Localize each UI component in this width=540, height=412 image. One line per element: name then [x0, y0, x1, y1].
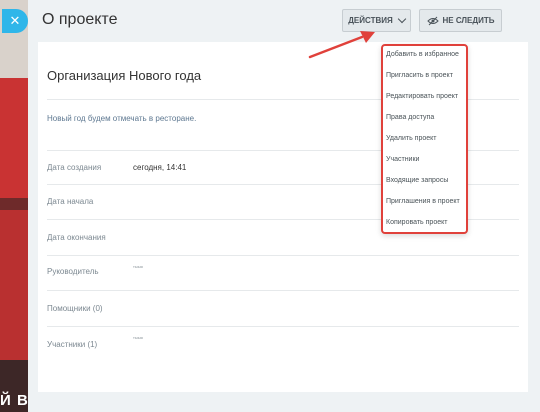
unfollow-button-label: Не следить [442, 16, 495, 25]
menu-item-copy-project[interactable]: Копировать проект [386, 219, 447, 226]
menu-item-invitations[interactable]: Приглашения в проект [386, 198, 460, 205]
detail-label: Дата создания [47, 163, 102, 172]
close-icon: ✕ [9, 13, 21, 28]
menu-item-add-favorite[interactable]: Добавить в избранное [386, 51, 459, 58]
divider [47, 255, 519, 256]
menu-item-incoming-requests[interactable]: Входящие запросы [386, 177, 448, 184]
menu-item-delete-project[interactable]: Удалить проект [386, 135, 437, 142]
page-title: О проекте [42, 11, 118, 28]
detail-label: Дата окончания [47, 233, 106, 242]
participant-name[interactable]: тыыя [133, 335, 143, 340]
project-name: Организация Нового года [47, 68, 202, 83]
close-button[interactable]: ✕ [2, 9, 28, 33]
actions-dropdown-menu: Добавить в избранное Пригласить в проект… [381, 44, 468, 234]
unfollow-button[interactable]: Не следить [419, 9, 502, 32]
detail-label: Участники (1) [47, 340, 98, 349]
detail-label: Руководитель [47, 267, 99, 276]
background-strip [0, 0, 28, 412]
chevron-down-icon [397, 14, 407, 24]
project-description: Новый год будем отмечать в ресторане. [47, 114, 197, 123]
detail-label: Дата начала [47, 197, 94, 206]
detail-label: Помощники (0) [47, 304, 103, 313]
menu-item-invite[interactable]: Пригласить в проект [386, 72, 453, 79]
background-text: Й В [0, 392, 29, 409]
manager-name[interactable]: тыыя [133, 264, 143, 269]
detail-value: сегодня, 14:41 [133, 163, 187, 172]
divider [47, 290, 519, 291]
menu-item-edit-project[interactable]: Редактировать проект [386, 93, 458, 100]
actions-button-label: Действия [348, 16, 393, 25]
menu-item-access-rights[interactable]: Права доступа [386, 114, 434, 121]
menu-item-participants[interactable]: Участники [386, 156, 419, 163]
eye-slash-icon [426, 16, 439, 26]
actions-button[interactable]: Действия [342, 9, 411, 32]
divider [47, 326, 519, 327]
